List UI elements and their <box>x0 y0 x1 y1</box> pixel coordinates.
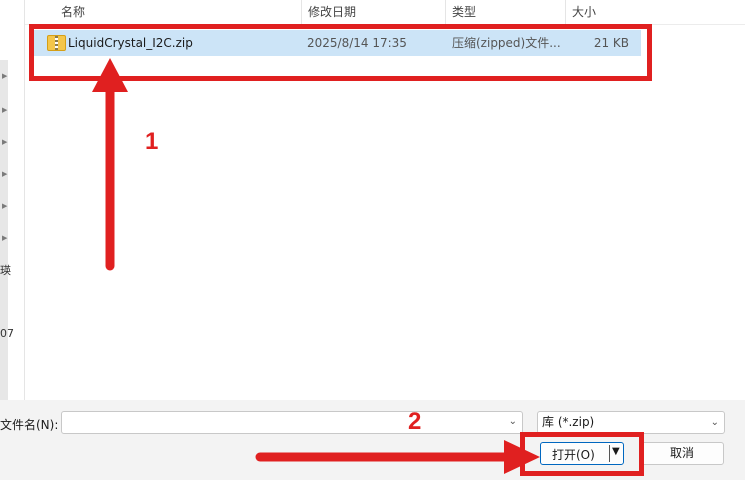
annotation-arrows <box>92 58 540 474</box>
arrow-up-head-icon <box>92 58 128 92</box>
annotation-step-2: 2 <box>408 408 422 435</box>
annotation-step-1: 1 <box>145 128 159 155</box>
arrow-right-head-icon <box>504 440 540 474</box>
